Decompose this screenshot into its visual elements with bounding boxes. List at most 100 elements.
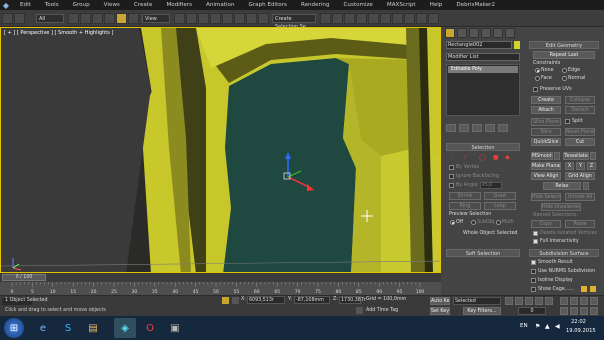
isoline-checkbox[interactable] [531,278,536,283]
zoom-extents-all-icon[interactable] [590,297,598,305]
snaps-icon[interactable] [210,13,221,24]
slice-plane-button[interactable]: Slice Plane [531,118,561,126]
lock-selection-icon[interactable] [222,297,229,304]
constraint-edge-radio[interactable] [562,68,567,73]
timeline-ruler[interactable]: 0 5 10 15 20 25 30 35 40 45 50 55 60 65 70 75 80 85 90 95 10… [0,282,441,295]
align-icon[interactable] [332,13,343,24]
relax-button[interactable]: Relax [543,182,581,190]
flag-icon[interactable]: ⚑ [535,323,540,330]
spinner-snap-icon[interactable] [246,13,257,24]
pan-icon[interactable] [570,307,578,315]
start-button-icon[interactable]: ⊞ [4,318,24,338]
by-vertex-checkbox[interactable] [449,165,454,170]
menu-customize[interactable]: Customize [344,2,373,8]
constraint-normal-radio[interactable] [562,76,567,81]
full-interactivity-checkbox[interactable] [533,239,538,244]
planar-z-button[interactable]: Z [587,162,596,170]
grow-button[interactable]: Grow [484,192,516,200]
rotate-icon[interactable] [128,13,139,24]
selection-filter-dropdown[interactable]: All [36,14,64,23]
shrink-button[interactable]: Shrink [449,192,481,200]
planar-y-button[interactable]: Y [576,162,585,170]
element-icon[interactable]: ◆ [505,154,510,161]
constraint-face-radio[interactable] [535,76,540,81]
material-editor-icon[interactable] [392,13,403,24]
fov-icon[interactable] [560,307,568,315]
angle-snap-icon[interactable] [222,13,233,24]
select-object-icon[interactable] [68,13,79,24]
by-angle-checkbox[interactable] [449,183,454,188]
motion-tab-icon[interactable] [481,28,491,38]
set-key-button[interactable]: Set Key [430,307,450,315]
viewport-label[interactable]: [ + ] [ Perspective ] [ Smooth + Highlig… [4,30,113,36]
file-explorer-icon[interactable]: ▤ [82,318,104,338]
smooth-result-checkbox[interactable] [531,260,536,265]
menu-animation[interactable]: Animation [206,2,235,8]
key-mode-dropdown[interactable]: Selected [453,297,501,305]
hide-unselected-button[interactable]: Hide Unselected [541,203,581,211]
select-by-name-icon[interactable] [80,13,91,24]
z-coordinate-input[interactable]: 1730,387r [339,296,366,304]
create-tab-icon[interactable] [445,28,455,38]
menu-modifiers[interactable]: Modifiers [166,2,192,8]
zoom-icon[interactable] [560,297,568,305]
show-cage-checkbox[interactable] [531,287,536,292]
cage-color-swatch[interactable] [581,286,587,292]
goto-end-icon[interactable] [545,297,553,305]
ref-coord-dropdown[interactable]: View [142,14,170,23]
time-tag-icon[interactable] [356,307,363,314]
menu-rendering[interactable]: Rendering [301,2,330,8]
menu-create[interactable]: Create [134,2,153,8]
repeat-last-button[interactable]: Repeat Last [533,51,595,59]
layer-manager-icon[interactable] [344,13,355,24]
polygon-icon[interactable]: ■ [493,154,499,161]
view-align-button[interactable]: View Align [531,172,561,180]
volume-icon[interactable]: ◀ [555,323,560,330]
utilities-tab-icon[interactable] [505,28,515,38]
keyboard-shortcut-icon[interactable] [198,13,209,24]
select-move-icon[interactable] [116,13,127,24]
collapse-button[interactable]: Collapse [565,96,595,104]
show-end-result-icon[interactable] [459,124,469,132]
msmooth-settings-icon[interactable] [554,152,560,160]
menu-views[interactable]: Views [104,2,120,8]
use-nurms-checkbox[interactable] [531,269,536,274]
app-logo-icon[interactable]: ◆ [0,0,12,10]
tessellate-button[interactable]: Tessellate [563,152,589,160]
zoom-all-icon[interactable] [570,297,578,305]
orbit-icon[interactable] [580,307,588,315]
constraint-none-radio[interactable] [535,68,540,73]
copy-button[interactable]: Copy [531,220,561,228]
delete-isolated-checkbox[interactable] [533,231,538,236]
menu-group[interactable]: Group [73,2,90,8]
attach-button[interactable]: Attach [531,106,561,114]
detach-button[interactable]: Detach [565,106,595,114]
undo-icon[interactable] [2,13,13,24]
pin-stack-icon[interactable] [446,124,456,132]
quickslice-button[interactable]: QuickSlice [531,138,561,146]
make-unique-icon[interactable] [472,124,482,132]
x-coordinate-input[interactable]: 6093,513r [247,296,285,304]
play-icon[interactable] [525,297,533,305]
paste-button[interactable]: Paste [565,220,595,228]
menu-tools[interactable]: Tools [45,2,59,8]
app-window-icon[interactable]: ▣ [164,318,186,338]
schematic-view-icon[interactable] [380,13,391,24]
opera-icon[interactable]: O [139,318,161,338]
render-production-icon[interactable] [428,13,439,24]
menu-edit[interactable]: Edit [20,2,31,8]
tessellate-settings-icon[interactable] [590,152,596,160]
ring-button[interactable]: Ring [449,202,481,210]
edge-icon[interactable]: ⁄ [465,154,466,161]
edit-geometry-rollout-header[interactable]: Edit Geometry [529,41,599,49]
ignore-backfacing-checkbox[interactable] [449,174,454,179]
configure-sets-icon[interactable] [498,124,508,132]
select-manipulate-icon[interactable] [186,13,197,24]
hide-selected-button[interactable]: Hide Selected [531,193,561,201]
next-frame-icon[interactable] [535,297,543,305]
preview-multi-radio[interactable] [496,220,501,225]
selection-rollout-header[interactable]: Selection [446,143,520,151]
mirror-icon[interactable] [320,13,331,24]
cage-selected-color-swatch[interactable] [590,286,596,292]
edit-named-sel-icon[interactable] [258,13,269,24]
